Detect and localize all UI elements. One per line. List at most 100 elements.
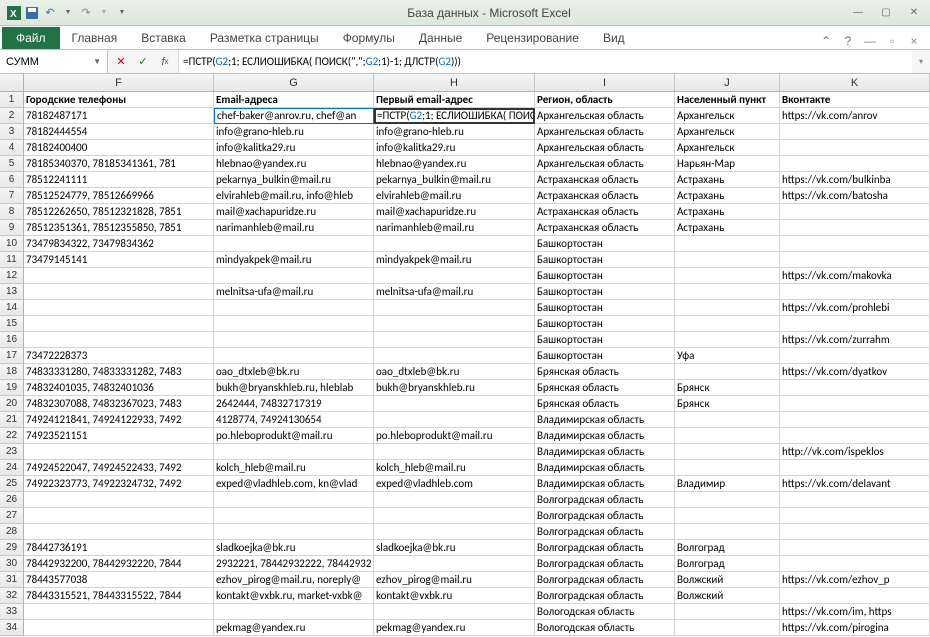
col-header-J[interactable]: J xyxy=(675,74,780,91)
cell[interactable]: Брянская область xyxy=(535,396,675,412)
row-header[interactable]: 11 xyxy=(0,252,24,268)
cell[interactable] xyxy=(675,492,780,508)
cell[interactable]: 74924121841, 74924122933, 7492 xyxy=(24,412,214,428)
workbook-close-icon[interactable]: × xyxy=(906,33,922,49)
cell[interactable]: Брянская область xyxy=(535,380,675,396)
cell[interactable] xyxy=(780,220,930,236)
row-header[interactable]: 17 xyxy=(0,348,24,364)
cell[interactable]: hlebnao@yandex.ru xyxy=(374,156,535,172)
cell[interactable] xyxy=(780,556,930,572)
cell[interactable]: https://vk.com/zurrahm xyxy=(780,332,930,348)
cell[interactable] xyxy=(24,284,214,300)
cell[interactable]: 78442932200, 78442932220, 7844 xyxy=(24,556,214,572)
cell[interactable]: 78512241111 xyxy=(24,172,214,188)
close-icon[interactable]: ✕ xyxy=(904,6,924,20)
cell[interactable] xyxy=(780,492,930,508)
cell[interactable]: hlebnao@yandex.ru xyxy=(214,156,374,172)
cell[interactable]: Архангельская область xyxy=(535,124,675,140)
cell[interactable]: Уфа xyxy=(675,348,780,364)
cell[interactable]: 74924522047, 74924522433, 7492 xyxy=(24,460,214,476)
cell[interactable]: 73479834322, 73479834362 xyxy=(24,236,214,252)
cell[interactable] xyxy=(675,284,780,300)
cell[interactable] xyxy=(214,236,374,252)
cell[interactable]: =ПСТР(G2;1; ЕСЛИОШИБКА( ПОИСК(",";G2;1)-… xyxy=(374,108,535,124)
minimize-icon[interactable]: — xyxy=(848,6,868,20)
cell[interactable]: Волжский xyxy=(675,572,780,588)
cell[interactable] xyxy=(24,508,214,524)
cell[interactable]: https://vk.com/prohlebi xyxy=(780,300,930,316)
cell[interactable] xyxy=(374,316,535,332)
row-header[interactable]: 31 xyxy=(0,572,24,588)
cell[interactable]: Волжский xyxy=(675,588,780,604)
row-header[interactable]: 13 xyxy=(0,284,24,300)
cell[interactable]: Астраханская область xyxy=(535,204,675,220)
cell[interactable] xyxy=(780,412,930,428)
formula-bar-expand-icon[interactable]: ▾ xyxy=(912,57,930,66)
row-header[interactable]: 12 xyxy=(0,268,24,284)
cell[interactable]: Волгоград xyxy=(675,540,780,556)
cell[interactable] xyxy=(24,316,214,332)
cell[interactable]: Волгоградская область xyxy=(535,588,675,604)
cell[interactable]: kolch_hleb@mail.ru xyxy=(374,460,535,476)
cell[interactable]: Владимирская область xyxy=(535,444,675,460)
col-header-K[interactable]: K xyxy=(780,74,930,91)
cell[interactable]: 78182400400 xyxy=(24,140,214,156)
cell[interactable]: narimanhleb@mail.ru xyxy=(214,220,374,236)
cell[interactable]: Брянск xyxy=(675,380,780,396)
cell[interactable] xyxy=(374,348,535,364)
cell[interactable] xyxy=(374,268,535,284)
cell[interactable]: Владимирская область xyxy=(535,460,675,476)
cell[interactable]: Нарьян-Мар xyxy=(675,156,780,172)
cell[interactable] xyxy=(374,524,535,540)
cell[interactable] xyxy=(675,300,780,316)
cell[interactable]: Первый email-адрес xyxy=(374,92,535,108)
row-header[interactable]: 21 xyxy=(0,412,24,428)
cell[interactable] xyxy=(675,444,780,460)
spreadsheet-grid[interactable]: F G H I J K 1Городские телефоныEmail-адр… xyxy=(0,74,930,637)
cell[interactable]: 78512351361, 78512355850, 7851 xyxy=(24,220,214,236)
cell[interactable] xyxy=(374,332,535,348)
cell[interactable]: Астрахань xyxy=(675,204,780,220)
cell[interactable] xyxy=(675,268,780,284)
cell[interactable]: po.hleboprodukt@mail.ru xyxy=(214,428,374,444)
cell[interactable]: Астрахань xyxy=(675,172,780,188)
cell[interactable] xyxy=(675,412,780,428)
row-header[interactable]: 29 xyxy=(0,540,24,556)
row-header[interactable]: 30 xyxy=(0,556,24,572)
cell[interactable]: Астрахань xyxy=(675,188,780,204)
cell[interactable]: 78182487171 xyxy=(24,108,214,124)
cell[interactable]: Астраханская область xyxy=(535,172,675,188)
cell[interactable]: oao_dtxleb@bk.ru xyxy=(374,364,535,380)
cell[interactable]: 73472228373 xyxy=(24,348,214,364)
cell[interactable]: https://vk.com/ezhov_p xyxy=(780,572,930,588)
col-header-F[interactable]: F xyxy=(24,74,214,91)
cell[interactable]: Волгоградская область xyxy=(535,556,675,572)
cell[interactable]: oao_dtxleb@bk.ru xyxy=(214,364,374,380)
cell[interactable] xyxy=(374,444,535,460)
cell[interactable]: 78512262650, 78512321828, 7851 xyxy=(24,204,214,220)
tab-review[interactable]: Рецензирование xyxy=(474,27,591,49)
cell[interactable] xyxy=(780,140,930,156)
cell[interactable]: Архангельск xyxy=(675,140,780,156)
cell[interactable]: Владимирская область xyxy=(535,476,675,492)
cell[interactable]: narimanhleb@mail.ru xyxy=(374,220,535,236)
cell[interactable]: elvirahleb@mail.ru xyxy=(374,188,535,204)
cell[interactable]: Владимир xyxy=(675,476,780,492)
col-header-H[interactable]: H xyxy=(374,74,535,91)
cell[interactable] xyxy=(675,316,780,332)
cell[interactable] xyxy=(780,508,930,524)
cell[interactable]: https://vk.com/anrov xyxy=(780,108,930,124)
cell[interactable] xyxy=(24,620,214,636)
help-icon[interactable]: ? xyxy=(840,33,856,49)
cell[interactable] xyxy=(214,508,374,524)
cell[interactable] xyxy=(24,268,214,284)
col-header-G[interactable]: G xyxy=(214,74,374,91)
name-box-dropdown-icon[interactable]: ▼ xyxy=(93,57,101,66)
cell[interactable]: Башкортостан xyxy=(535,348,675,364)
cell[interactable] xyxy=(24,492,214,508)
cell[interactable] xyxy=(675,508,780,524)
row-header[interactable]: 7 xyxy=(0,188,24,204)
cell[interactable]: pekmag@yandex.ru xyxy=(374,620,535,636)
cell[interactable]: https://vk.com/im, https xyxy=(780,604,930,620)
cell[interactable]: https://vk.com/makovka xyxy=(780,268,930,284)
